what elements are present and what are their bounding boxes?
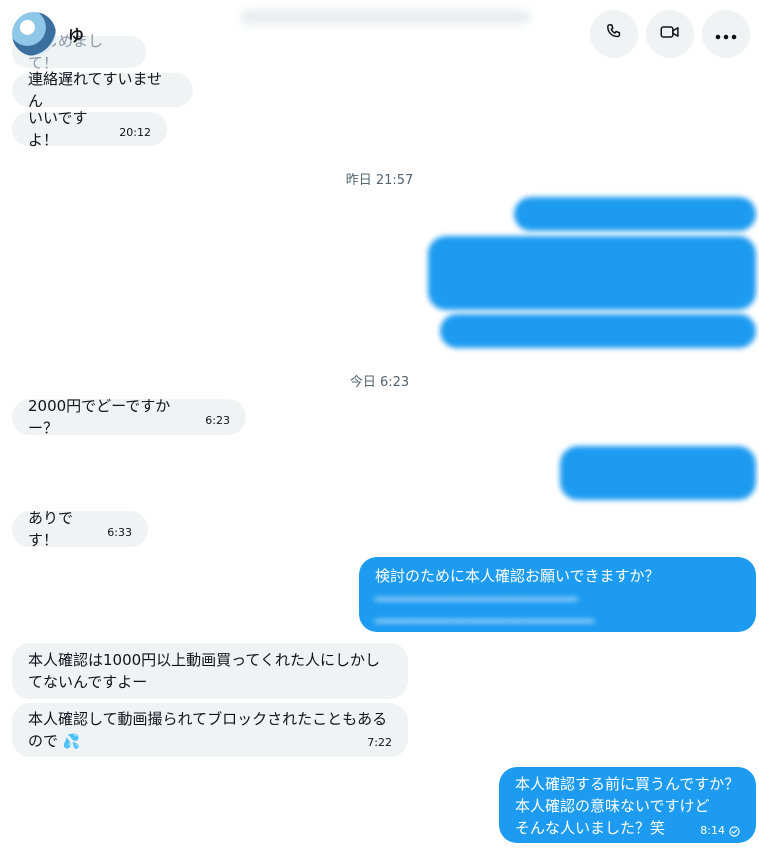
- outgoing-message-blurred: [440, 314, 756, 348]
- incoming-message: 連絡遅れてすいません: [12, 70, 193, 110]
- outgoing-message: 本人確認する前に買うんですか？ 本人確認の意味ないですけど そんな人いました？笑…: [499, 767, 756, 843]
- call-button[interactable]: [590, 10, 638, 58]
- message-text: ので: [28, 732, 59, 750]
- incoming-message: 2000円でどーですかー？ 6:23: [12, 397, 246, 437]
- message-text: 連絡遅れてすいません: [28, 70, 163, 110]
- avatar[interactable]: [12, 12, 56, 56]
- message-text: 本人確認は1000円以上動画買ってくれた人にしかし: [28, 651, 380, 669]
- blurred-text: ━━━━━━━━━━━━━━━━━━━━━━━━━━: [375, 614, 595, 630]
- message-text: 2000円でどーですかー？: [28, 397, 171, 437]
- incoming-message: 本人確認は1000円以上動画買ってくれた人にしかし てないんですよー: [12, 643, 408, 699]
- outgoing-message-blurred: [560, 446, 756, 500]
- message-timestamp: 20:12: [119, 126, 151, 139]
- message-text: そんな人いました？笑: [515, 819, 666, 837]
- outgoing-message: 検討のために本人確認お願いできますか？ ━━━━━━━━━━━━━━━━━━━━…: [359, 557, 756, 632]
- message-timestamp: 6:23: [205, 414, 230, 427]
- read-check-icon: [729, 825, 740, 837]
- message-text: 本人確認する前に買うんですか？: [515, 775, 740, 793]
- blurred-text: ━━━━━━━━━━━━━━━━━━━━━━━━: [375, 592, 578, 608]
- incoming-message: 本人確認して動画撮られてブロックされたこともある ので 💦 7:22: [12, 703, 408, 757]
- message-text: ありです！: [28, 509, 74, 549]
- outgoing-message-blurred: [514, 197, 756, 231]
- message-text: 本人確認して動画撮られてブロックされたこともある: [28, 710, 388, 728]
- message-text: てないんですよー: [28, 673, 148, 691]
- incoming-message: いいですよ！ 20:12: [12, 109, 167, 149]
- message-text: 検討のために本人確認お願いできますか？: [375, 567, 660, 585]
- conversation-name: ゆ: [68, 26, 85, 45]
- video-call-button[interactable]: [646, 10, 694, 58]
- outgoing-message-blurred: [428, 236, 756, 310]
- phone-icon: [604, 22, 624, 46]
- message-timestamp: 8:14: [700, 824, 725, 837]
- message-timestamp: 6:33: [107, 526, 132, 539]
- message-text: いいですよ！: [28, 109, 88, 149]
- video-camera-icon: [659, 22, 681, 46]
- message-text: 本人確認の意味ないですけど: [515, 797, 710, 815]
- message-timestamp: 7:22: [367, 736, 392, 749]
- date-separator: 昨日 21:57: [345, 173, 414, 188]
- incoming-message: ありです！ 6:33: [12, 509, 148, 549]
- more-options-button[interactable]: [702, 10, 750, 58]
- date-separator: 今日 6:23: [349, 375, 410, 390]
- blurred-header-subtitle: [240, 10, 530, 24]
- more-horizontal-icon: [715, 25, 737, 44]
- sweat-drops-emoji: 💦: [62, 734, 81, 750]
